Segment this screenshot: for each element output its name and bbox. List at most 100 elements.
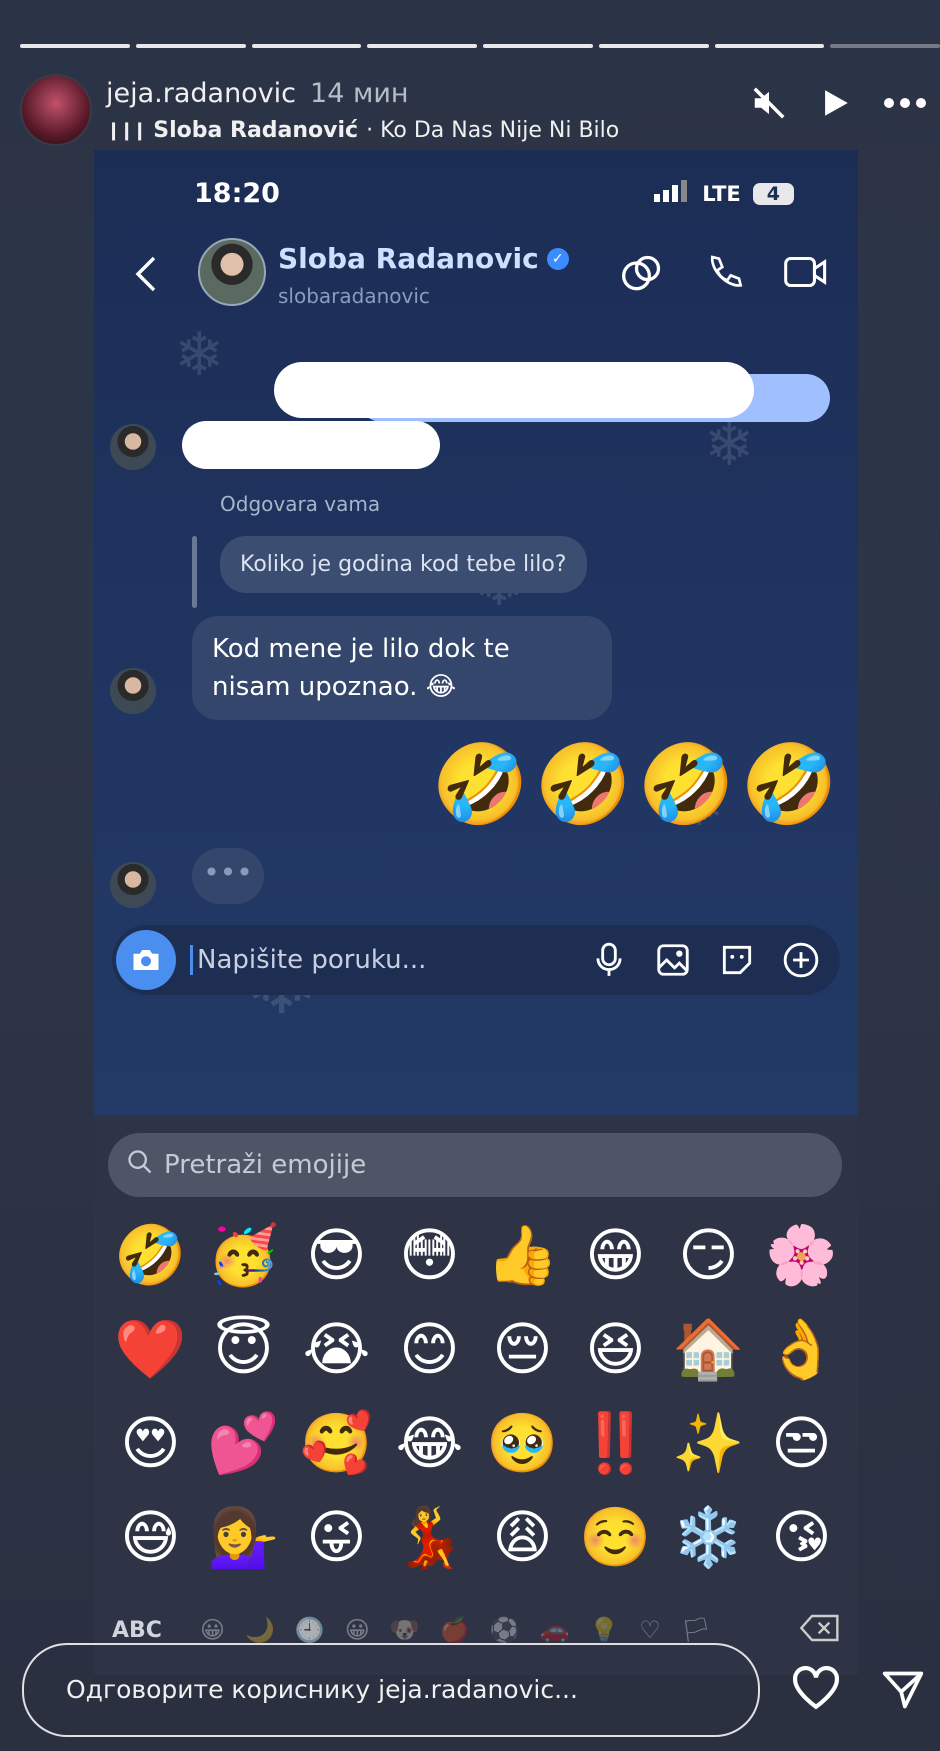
story-reply-placeholder: Одговорите кориснику jeja.radanovic... — [66, 1675, 578, 1704]
category-flags-icon[interactable]: 🏳 — [681, 1616, 711, 1644]
emoji-key[interactable]: 🤣 — [104, 1219, 197, 1291]
message-input[interactable]: Napišite poruku... — [190, 945, 426, 975]
emoji-key[interactable]: 😆 — [569, 1313, 662, 1385]
emoji-key[interactable]: 😩 — [476, 1501, 569, 1573]
emoji-search-placeholder: Pretraži emojije — [164, 1150, 367, 1180]
chat-header: Sloba Radanovic ✓ slobaradanovic — [94, 234, 858, 324]
category-symbols-icon[interactable]: ♡ — [639, 1616, 661, 1644]
emoji-key[interactable]: 😳 — [383, 1219, 476, 1291]
category-moon-icon[interactable]: 🌙 — [245, 1616, 275, 1644]
story-username[interactable]: jeja.radanovic — [106, 78, 296, 109]
emoji-key[interactable]: 🥳 — [197, 1219, 290, 1291]
music-sticker[interactable]: ❙❙❙ Sloba Radanović · Ko Da Nas Nije Ni … — [106, 118, 619, 143]
camera-icon[interactable] — [116, 930, 176, 990]
add-icon[interactable] — [782, 941, 820, 983]
emoji-key[interactable]: 👍 — [476, 1219, 569, 1291]
emoji-key[interactable]: 😇 — [197, 1313, 290, 1385]
microphone-icon[interactable] — [590, 941, 628, 983]
story-avatar[interactable] — [20, 74, 92, 146]
emoji-key[interactable]: 😁 — [569, 1219, 662, 1291]
backspace-icon[interactable] — [799, 1613, 840, 1647]
snowflake-icon: ❄ — [704, 410, 755, 480]
contact-small-avatar — [110, 668, 156, 714]
emoji-key[interactable]: 🌸 — [755, 1219, 848, 1291]
reply-indicator — [192, 536, 197, 608]
emoji-category-bar: ABC 😀 🌙 🕘 😀 🐶 🍎 ⚽ 🚗 💡 ♡ 🏳 — [112, 1613, 840, 1647]
replied-message[interactable]: Koliko je godina kod tebe lilo? — [220, 536, 587, 593]
redacted-received-message — [182, 421, 440, 469]
emoji-key[interactable]: 🥰 — [290, 1407, 383, 1479]
sent-emoji-message[interactable]: 🤣🤣🤣🤣 — [432, 740, 844, 831]
story-controls — [750, 84, 928, 122]
category-animals-icon[interactable]: 🐶 — [390, 1616, 420, 1644]
category-recent-icon[interactable]: 🕘 — [295, 1616, 325, 1644]
network-label: LTE — [702, 181, 741, 206]
sticker-icon[interactable] — [718, 941, 756, 983]
emoji-key[interactable]: 😘 — [755, 1501, 848, 1573]
emoji-key[interactable]: 😅 — [104, 1501, 197, 1573]
search-icon — [126, 1148, 154, 1183]
image-icon[interactable] — [654, 941, 692, 983]
category-food-icon[interactable]: 🍎 — [440, 1616, 470, 1644]
category-people-icon[interactable]: 😀 — [345, 1616, 370, 1644]
video-call-icon[interactable] — [784, 252, 828, 300]
chat-actions — [620, 252, 828, 300]
category-objects-icon[interactable]: 💡 — [589, 1616, 619, 1644]
contact-handle: slobaradanovic — [278, 284, 430, 308]
emoji-key[interactable]: 🥹 — [476, 1407, 569, 1479]
emoji-key[interactable]: 😊 — [383, 1313, 476, 1385]
emoji-key[interactable]: ❤️ — [104, 1313, 197, 1385]
group-effects-icon[interactable] — [620, 252, 664, 300]
emoji-key[interactable]: 💃 — [383, 1501, 476, 1573]
story-reply-input[interactable]: Одговорите кориснику jeja.radanovic... — [22, 1643, 760, 1737]
contact-avatar[interactable] — [198, 238, 266, 306]
play-icon[interactable] — [818, 86, 852, 120]
abc-key[interactable]: ABC — [112, 1618, 162, 1643]
music-artist: Sloba Radanović — [153, 118, 359, 143]
reply-label: Odgovara vama — [220, 492, 381, 516]
emoji-key[interactable]: ✨ — [662, 1407, 755, 1479]
emoji-key[interactable]: 👌 — [755, 1313, 848, 1385]
emoji-search[interactable]: Pretraži emojije — [108, 1133, 842, 1197]
more-options-icon[interactable] — [882, 96, 928, 110]
story-progress — [20, 44, 940, 48]
emoji-keyboard: Pretraži emojije 🤣 🥳 😎 😳 👍 😁 😏 🌸 ❤️ 😇 😭 … — [94, 1115, 858, 1675]
emoji-key[interactable]: 😜 — [290, 1501, 383, 1573]
received-message[interactable]: Kod mene je lilo dok te nisam upoznao. 😂 — [192, 616, 612, 720]
phone-status: LTE 4 — [654, 180, 794, 207]
emoji-key[interactable]: 😎 — [290, 1219, 383, 1291]
category-activity-icon[interactable]: ⚽ — [490, 1616, 520, 1644]
category-travel-icon[interactable]: 🚗 — [539, 1616, 569, 1644]
signal-icon — [654, 180, 690, 207]
emoji-key[interactable]: 😏 — [662, 1219, 755, 1291]
mute-icon[interactable] — [750, 84, 788, 122]
category-smileys-icon[interactable]: 😀 — [200, 1616, 225, 1644]
emoji-key[interactable]: ‼️ — [569, 1407, 662, 1479]
emoji-key[interactable]: ☺️ — [569, 1501, 662, 1573]
story-time: 14 мин — [310, 78, 409, 109]
story-header: jeja.radanovic 14 мин ❙❙❙ Sloba Radanović… — [20, 74, 940, 146]
emoji-key[interactable]: 😭 — [290, 1313, 383, 1385]
back-arrow-icon[interactable] — [134, 254, 158, 298]
contact-name[interactable]: Sloba Radanovic — [278, 242, 539, 275]
emoji-key[interactable]: 😂 — [383, 1407, 476, 1479]
phone-call-icon[interactable] — [704, 252, 744, 300]
phone-clock: 18:20 — [194, 178, 280, 209]
emoji-key[interactable]: 😔 — [476, 1313, 569, 1385]
send-icon[interactable] — [880, 1668, 926, 1716]
emoji-key[interactable]: 😍 — [104, 1407, 197, 1479]
story-username-row[interactable]: jeja.radanovic 14 мин — [106, 78, 409, 109]
music-song: · Ko Da Nas Nije Ni Bilo — [366, 118, 620, 143]
message-composer: Napišite poruku... — [112, 925, 840, 995]
contact-name-row[interactable]: Sloba Radanovic ✓ — [278, 242, 569, 275]
typing-indicator: ••• — [192, 848, 264, 904]
emoji-key[interactable]: ❄️ — [662, 1501, 755, 1573]
emoji-key[interactable]: 🏠 — [662, 1313, 755, 1385]
emoji-key[interactable]: 😒 — [755, 1407, 848, 1479]
like-heart-icon[interactable] — [790, 1665, 842, 1715]
redacted-sent-message — [274, 362, 754, 418]
emoji-key[interactable]: 💕 — [197, 1407, 290, 1479]
snowflake-icon: ❄ — [174, 320, 225, 390]
composer-actions — [590, 941, 820, 983]
emoji-key[interactable]: 💁‍♀️ — [197, 1501, 290, 1573]
